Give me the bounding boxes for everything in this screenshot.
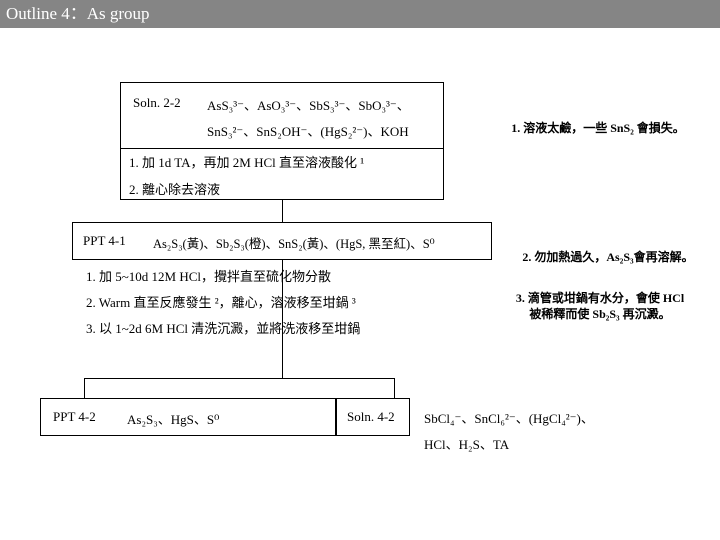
ppt-4-1-content: As₂S₃(黃)、Sb₂S₃(橙)、SnS₂(黃)、(HgS, 黑至紅)、S⁰ bbox=[153, 237, 435, 251]
note-3-line2: 被稀釋而使 Sb₂S₃ 再沉澱。 bbox=[529, 307, 671, 321]
connector-stem bbox=[282, 260, 283, 378]
soln-2-2-box: Soln. 2-2 AsS₃³⁻、AsO₃³⁻、SbS₃³⁻、SbO₃³⁻、 S… bbox=[120, 82, 444, 200]
soln-2-2-step2: 2. 離心除去溶液 bbox=[129, 182, 221, 197]
soln-2-2-divider bbox=[121, 148, 443, 149]
ppt-4-1-step1: 1. 加 5~10d 12M HCl，攪拌直至硫化物分散 bbox=[86, 269, 332, 284]
soln-4-2-label: Soln. 4-2 bbox=[347, 409, 395, 424]
ppt-4-2-box: PPT 4-2 As₂S₃、HgS、S⁰ bbox=[40, 398, 336, 436]
note-2-text: 2. 勿加熱過久，As₂S₃會再溶解。 bbox=[522, 250, 694, 264]
ppt-4-1-label: PPT 4-1 bbox=[83, 233, 126, 248]
ppt-4-1-step3: 3. 以 1~2d 6M HCl 清洗沉澱，並將洗液移至坩鍋 bbox=[86, 321, 361, 336]
soln-4-2-content-line1: SbCl₄⁻、SnCl₆²⁻、(HgCl₄²⁻)、 bbox=[424, 411, 594, 426]
note-2: 2. 勿加熱過久，As₂S₃會再溶解。 bbox=[500, 249, 716, 265]
note-3: 3. 滴管或坩鍋有水分，會使 HCl 被稀釋而使 Sb₂S₃ 再沉澱。 bbox=[490, 290, 710, 322]
soln-2-2-ions-line1: AsS₃³⁻、AsO₃³⁻、SbS₃³⁻、SbO₃³⁻、 bbox=[207, 98, 410, 113]
note-1: 1. 溶液太鹼，一些 SnS₂ 會損失。 bbox=[488, 120, 708, 136]
connector-to-ppt42 bbox=[84, 378, 85, 398]
soln-2-2-step1: 1. 加 1d TA，再加 2M HCl 直至溶液酸化 ¹ bbox=[129, 155, 365, 170]
connector-soln22-ppt41 bbox=[282, 200, 283, 222]
soln-2-2-label: Soln. 2-2 bbox=[133, 95, 181, 110]
connector-to-soln42 bbox=[394, 378, 395, 398]
ppt-4-2-content: As₂S₃、HgS、S⁰ bbox=[127, 412, 220, 427]
note-1-text: 1. 溶液太鹼，一些 SnS₂ 會損失。 bbox=[511, 121, 685, 135]
title-bar: Outline 4：As group bbox=[0, 0, 720, 28]
connector-branch-horizontal bbox=[84, 378, 394, 379]
soln-4-2-content-line2: HCl、H₂S、TA bbox=[424, 437, 510, 452]
soln-4-2-box: Soln. 4-2 bbox=[336, 398, 410, 436]
ppt-4-2-label: PPT 4-2 bbox=[53, 409, 96, 424]
note-3-line1: 3. 滴管或坩鍋有水分，會使 HCl bbox=[515, 291, 685, 305]
page-title: Outline 4：As group bbox=[6, 4, 150, 23]
soln-2-2-ions-line2: SnS₃²⁻、SnS₂OH⁻、(HgS₂²⁻)、KOH bbox=[207, 124, 409, 139]
ppt-4-1-step2: 2. Warm 直至反應發生 ²，離心，溶液移至坩鍋 ³ bbox=[86, 295, 356, 310]
ppt-4-1-box: PPT 4-1 As₂S₃(黃)、Sb₂S₃(橙)、SnS₂(黃)、(HgS, … bbox=[72, 222, 492, 260]
